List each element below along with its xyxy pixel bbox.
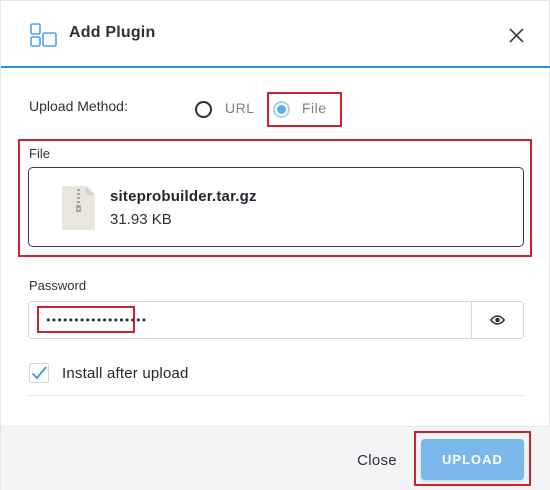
eye-icon — [490, 315, 505, 325]
install-after-upload-label[interactable]: Install after upload — [62, 365, 189, 382]
radio-url-label[interactable]: URL — [225, 100, 255, 116]
file-size: 31.93 KB — [110, 211, 172, 228]
dialog-header: Add Plugin — [1, 1, 550, 68]
password-field[interactable] — [28, 301, 471, 339]
radio-file[interactable] — [273, 101, 290, 118]
close-icon[interactable] — [509, 28, 524, 43]
close-button[interactable]: Close — [341, 443, 413, 477]
divider — [28, 395, 524, 396]
radio-file-label[interactable]: File — [302, 100, 327, 116]
upload-button[interactable]: UPLOAD — [421, 439, 524, 480]
upload-method-label: Upload Method: — [29, 98, 128, 114]
archive-file-icon — [62, 186, 95, 230]
dialog-title: Add Plugin — [69, 24, 156, 41]
plugin-blocks-icon — [30, 23, 57, 47]
file-dropzone[interactable] — [28, 167, 524, 247]
show-password-button[interactable] — [471, 301, 524, 339]
install-after-upload-checkbox[interactable] — [29, 363, 49, 383]
radio-url[interactable] — [195, 101, 212, 118]
file-name: siteprobuilder.tar.gz — [110, 188, 257, 205]
file-label: File — [29, 146, 50, 161]
add-plugin-dialog: Add Plugin Upload Method: URL File File … — [0, 0, 550, 490]
password-label: Password — [29, 278, 87, 293]
